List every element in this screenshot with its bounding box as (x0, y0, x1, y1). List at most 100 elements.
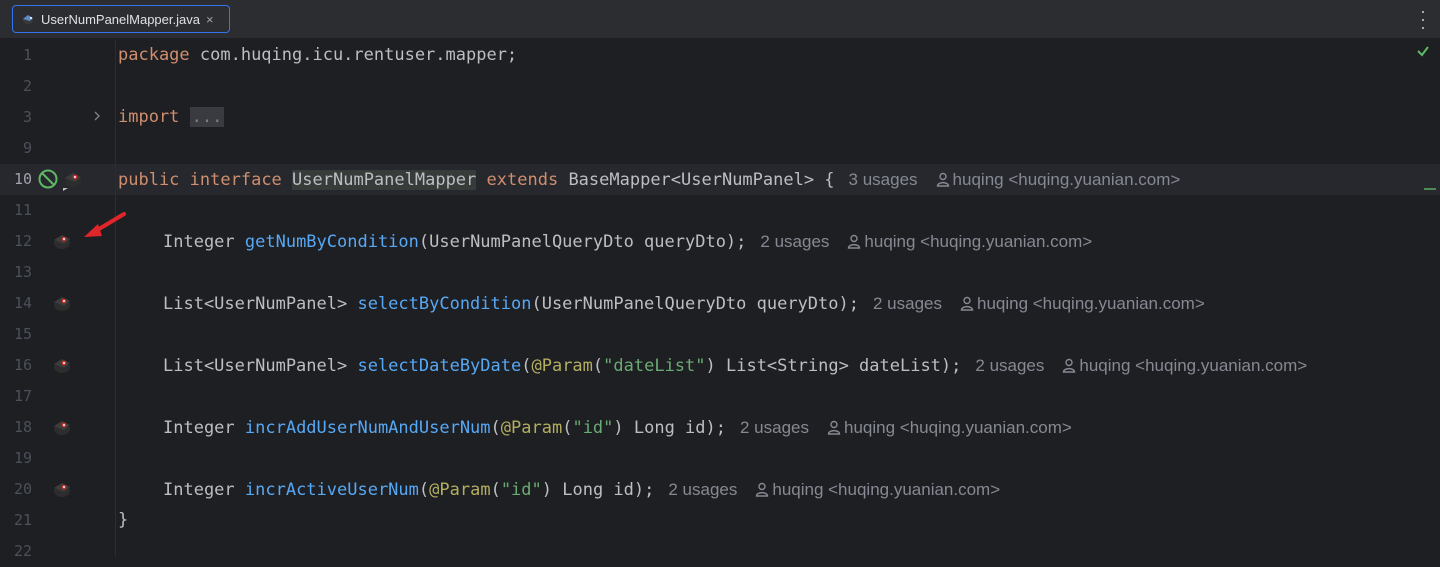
line-number: 17 (13, 387, 32, 405)
author-hint[interactable]: huqing <huqing.yuanian.com> (847, 232, 1092, 251)
line-number: 9 (22, 139, 32, 157)
mybatis-bird-icon (21, 12, 35, 26)
no-impl-icon[interactable] (37, 168, 59, 190)
code-text: ( (562, 418, 573, 438)
line-number: 2 (22, 77, 32, 95)
author-hint[interactable]: huqing <huqing.yuanian.com> (755, 480, 1000, 499)
fold-chevron-icon[interactable] (91, 109, 103, 123)
method-name[interactable]: selectByCondition (357, 294, 531, 314)
gutter-divider (115, 40, 116, 557)
keyword: extends (486, 170, 559, 190)
method-params: (UserNumPanelQueryDto queryDto); (418, 232, 747, 252)
author-hint[interactable]: huqing <huqing.yuanian.com> (960, 294, 1205, 313)
code-line-12: Integer getNumByCondition(UserNumPanelQu… (163, 226, 1092, 257)
user-icon (848, 234, 861, 249)
file-tab-label: UserNumPanelMapper.java (41, 11, 200, 27)
string-literal: "id" (572, 418, 614, 438)
method-name[interactable]: getNumByCondition (245, 232, 419, 252)
usages-hint[interactable]: 2 usages (668, 480, 737, 499)
usages-hint[interactable]: 2 usages (873, 294, 942, 313)
string-literal: "dateList" (603, 356, 706, 376)
line-number: 16 (13, 356, 32, 374)
scrollbar-marker (1424, 188, 1436, 190)
method-name[interactable]: incrActiveUserNum (245, 480, 419, 500)
user-icon (1063, 358, 1076, 373)
code-text: BaseMapper<UserNumPanel> { (568, 170, 835, 190)
line-number: 12 (13, 232, 32, 250)
author-text: huqing <huqing.yuanian.com> (1079, 356, 1308, 375)
author-text: huqing <huqing.yuanian.com> (844, 418, 1072, 437)
line-number: 14 (13, 294, 32, 312)
code-text: ) Long id); (541, 480, 655, 500)
more-options-icon[interactable] (1420, 11, 1426, 29)
author-text: huqing <huqing.yuanian.com> (864, 232, 1093, 251)
folded-imports[interactable]: ... (189, 107, 225, 127)
code-text: ) Long id); (613, 418, 726, 438)
code-line-16: List<UserNumPanel> selectDateByDate(@Par… (163, 350, 1307, 381)
annotation: @Param (531, 356, 593, 376)
code-text: ( (490, 418, 501, 438)
line-number-current: 10 (13, 170, 32, 188)
code-text: ( (418, 480, 430, 500)
code-line-1: package com.huqing.icu.rentuser.mapper; (118, 40, 517, 71)
interface-name[interactable]: UserNumPanelMapper (292, 170, 477, 190)
mybatis-bird-icon[interactable] (51, 293, 73, 315)
line-number: 1 (22, 46, 32, 64)
keyword: import (118, 107, 180, 127)
user-icon (936, 172, 949, 187)
keyword: public (118, 170, 180, 190)
line-number: 19 (13, 449, 32, 467)
file-tab[interactable]: UserNumPanelMapper.java × (12, 5, 230, 33)
code-text: com.huqing.icu.rentuser.mapper; (189, 45, 518, 65)
usages-hint[interactable]: 2 usages (740, 418, 809, 437)
code-line-14: List<UserNumPanel> selectByCondition(Use… (163, 288, 1205, 319)
code-text: ( (592, 356, 604, 376)
user-icon (960, 296, 974, 311)
annotation: @Param (429, 480, 491, 500)
user-icon (827, 420, 841, 435)
usages-hint[interactable]: 3 usages (849, 170, 918, 189)
return-type: List<UserNumPanel> (163, 356, 358, 376)
mybatis-bird-icon[interactable] (51, 231, 73, 253)
author-hint[interactable]: huqing <huqing.yuanian.com> (936, 170, 1181, 189)
inspection-ok-icon[interactable] (1416, 44, 1430, 58)
code-line-20: Integer incrActiveUserNum(@Param("id") L… (163, 474, 1000, 505)
author-text: huqing <huqing.yuanian.com> (952, 170, 1181, 189)
line-number: 11 (13, 201, 32, 219)
author-hint[interactable]: huqing <huqing.yuanian.com> (827, 418, 1072, 437)
code-line-3: import ... (118, 102, 225, 133)
mybatis-bird-icon[interactable] (51, 355, 73, 377)
line-number: 18 (13, 418, 32, 436)
close-icon[interactable]: × (206, 12, 214, 27)
line-number: 13 (13, 263, 32, 281)
method-params: (UserNumPanelQueryDto queryDto); (531, 294, 859, 314)
keyword: package (118, 45, 190, 65)
string-literal: "id" (500, 480, 542, 500)
mybatis-bird-icon[interactable] (51, 479, 73, 501)
line-number: 20 (13, 480, 32, 498)
code-text: ) List<String> dateList); (705, 356, 962, 376)
line-number: 22 (13, 542, 32, 560)
red-arrow-annotation (84, 212, 126, 237)
code-text: ( (521, 356, 532, 376)
usages-hint[interactable]: 2 usages (975, 356, 1044, 375)
code-editor[interactable]: 1 2 3 9 10 11 12 13 14 15 16 17 18 19 20… (0, 40, 1440, 560)
mybatis-bird-icon[interactable] (51, 417, 73, 439)
author-hint[interactable]: huqing <huqing.yuanian.com> (1062, 356, 1307, 375)
annotation: @Param (500, 418, 563, 438)
return-type: Integer (163, 232, 245, 252)
return-type: List<UserNumPanel> (163, 294, 358, 314)
code-line-10: public interface UserNumPanelMapper exte… (118, 164, 1180, 195)
line-number: 15 (13, 325, 32, 343)
usages-hint[interactable]: 2 usages (760, 232, 829, 251)
code-line-18: Integer incrAddUserNumAndUserNum(@Param(… (163, 412, 1072, 443)
editor-tab-bar: UserNumPanelMapper.java × (0, 0, 1440, 39)
line-number: 21 (13, 511, 32, 529)
keyword: interface (189, 170, 282, 190)
method-name[interactable]: incrAddUserNumAndUserNum (245, 418, 491, 438)
author-text: huqing <huqing.yuanian.com> (976, 294, 1205, 313)
author-text: huqing <huqing.yuanian.com> (772, 480, 1001, 499)
method-name[interactable]: selectDateByDate (357, 356, 521, 376)
return-type: Integer (163, 480, 245, 500)
mybatis-bird-icon[interactable] (62, 169, 84, 191)
